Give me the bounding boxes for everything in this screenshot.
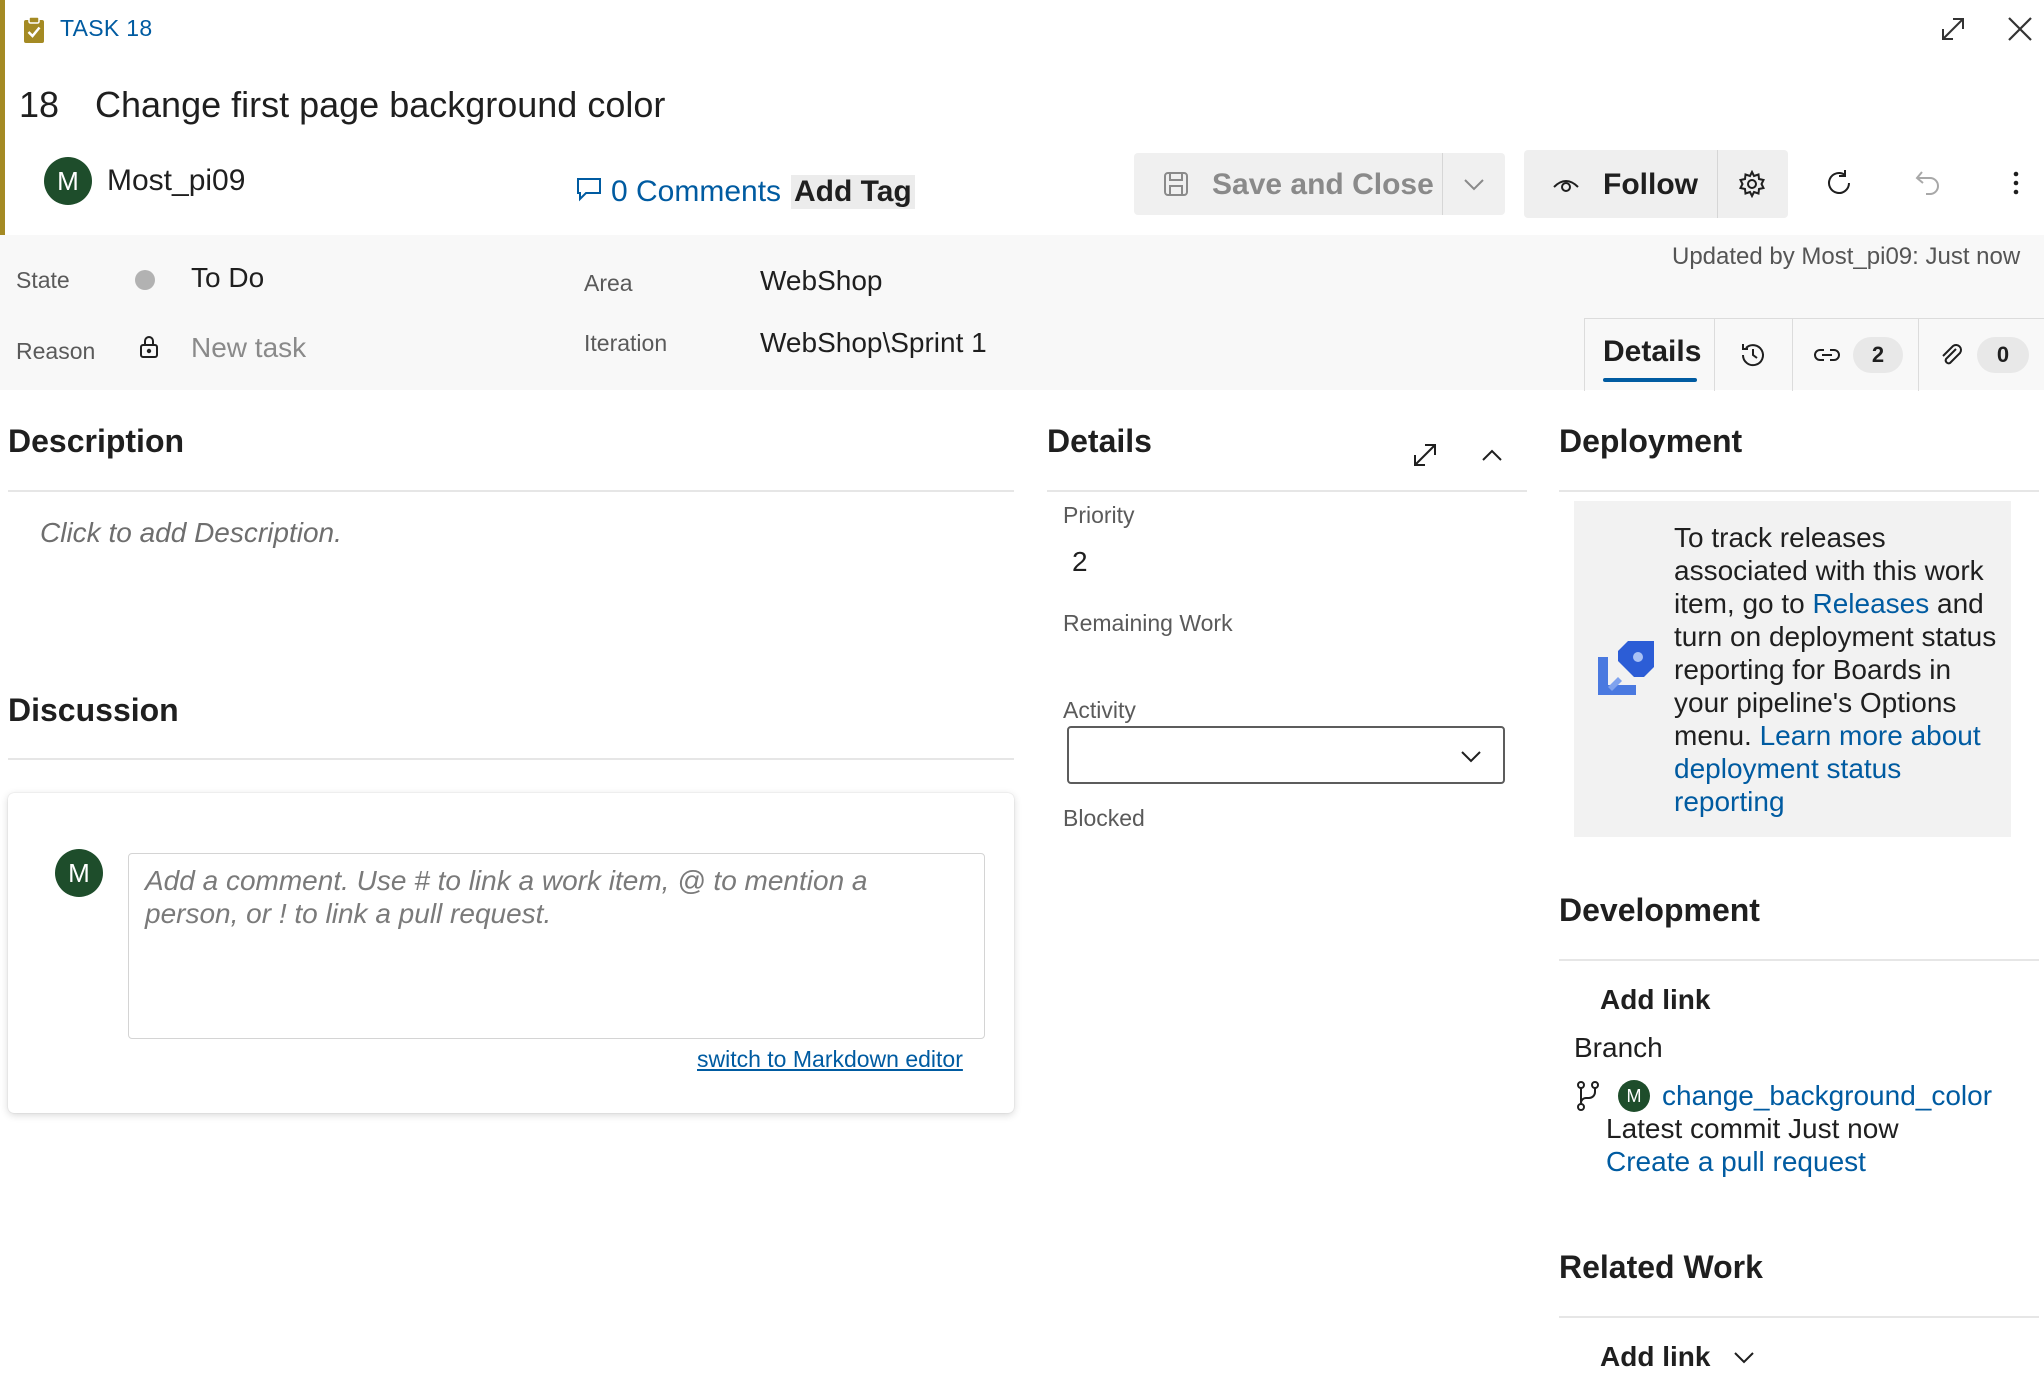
lock-icon (139, 335, 159, 359)
close-icon[interactable] (2005, 14, 2035, 44)
activity-dropdown[interactable] (1067, 726, 1505, 784)
paperclip-icon (1937, 341, 1965, 369)
state-label: State (16, 267, 70, 293)
pipelines-rocket-icon (1594, 637, 1658, 701)
branch-author-avatar: M (1618, 1080, 1650, 1112)
save-and-close-label: Save and Close (1212, 168, 1434, 201)
work-item-type-label[interactable]: TASK 18 (60, 15, 152, 42)
updated-by-text: Updated by Most_pi09: Just now (1672, 243, 2021, 270)
branch-label: Branch (1574, 1032, 1663, 1063)
activity-label: Activity (1063, 697, 1136, 723)
tab-details-label: Details (1603, 335, 1702, 368)
create-pull-request-link[interactable]: Create a pull request (1606, 1146, 1866, 1178)
area-value[interactable]: WebShop (760, 265, 882, 297)
development-divider (1559, 959, 2039, 961)
follow-split-divider (1717, 150, 1718, 218)
comment-input[interactable]: Add a comment. Use # to link a work item… (128, 853, 985, 1039)
work-item-title[interactable]: Change first page background color (95, 84, 665, 126)
chevron-down-icon (1730, 1343, 1758, 1371)
assignee-name[interactable]: Most_pi09 (107, 164, 245, 198)
priority-label: Priority (1063, 502, 1135, 528)
deployment-title: Deployment (1559, 423, 1743, 459)
releases-link[interactable]: Releases (1813, 588, 1930, 619)
undo-icon[interactable] (1914, 168, 1944, 198)
link-icon (1813, 341, 1841, 369)
state-dropdown[interactable]: To Do (191, 262, 264, 294)
latest-commit-text: Latest commit Just now (1606, 1113, 1899, 1144)
deployment-message: To track releases associated with this w… (1674, 521, 2004, 818)
deployment-info-panel: To track releases associated with this w… (1574, 501, 2011, 837)
development-add-link[interactable]: Add link (1600, 984, 1710, 1016)
save-split-divider (1442, 153, 1443, 215)
tab-attachments[interactable]: 0 (1918, 319, 2044, 391)
comments-link[interactable]: 0 Comments (611, 175, 781, 209)
comment-icon[interactable] (575, 176, 603, 202)
reason-label: Reason (16, 338, 96, 364)
related-work-add-link-button[interactable]: Add link (1600, 1341, 1758, 1373)
related-work-divider (1559, 1316, 2039, 1318)
details-divider (1047, 490, 1527, 492)
chevron-down-icon (1457, 742, 1485, 770)
deployment-divider (1559, 490, 2039, 492)
switch-markdown-link[interactable]: switch to Markdown editor (697, 1046, 963, 1073)
save-icon (1162, 170, 1190, 198)
comment-placeholder: Add a comment. Use # to link a work item… (145, 865, 868, 929)
chevron-down-icon[interactable] (1460, 170, 1488, 198)
save-and-close-button[interactable]: Save and Close (1134, 153, 1505, 215)
development-title: Development (1559, 892, 1760, 928)
discussion-title: Discussion (8, 692, 179, 728)
eye-icon (1552, 172, 1580, 196)
work-item-type-accent (0, 0, 5, 235)
maximize-icon[interactable] (1938, 14, 1968, 44)
remaining-work-input[interactable] (1063, 640, 1503, 676)
area-label: Area (584, 270, 633, 296)
work-item-tabs: Details 2 0 (1584, 318, 2044, 391)
related-work-title: Related Work (1559, 1249, 1763, 1285)
tab-history[interactable] (1714, 319, 1792, 391)
iteration-value[interactable]: WebShop\Sprint 1 (760, 327, 987, 359)
refresh-icon[interactable] (1824, 168, 1854, 198)
priority-value[interactable]: 2 (1072, 546, 1088, 578)
description-title: Description (8, 423, 185, 459)
add-tag-button[interactable]: Add Tag (791, 175, 915, 209)
tab-links[interactable]: 2 (1792, 319, 1918, 391)
links-count-badge: 2 (1853, 337, 1903, 373)
expand-icon[interactable] (1410, 440, 1440, 470)
details-title: Details (1047, 423, 1152, 459)
iteration-label: Iteration (584, 330, 668, 356)
work-item-id: 18 (19, 84, 60, 125)
gear-icon[interactable] (1738, 170, 1766, 198)
blocked-label: Blocked (1063, 805, 1145, 831)
state-indicator-icon (135, 270, 155, 290)
comment-card: M Add a comment. Use # to link a work it… (8, 793, 1014, 1113)
more-actions-icon[interactable] (2006, 168, 2026, 198)
description-divider (8, 490, 1014, 492)
reason-value: New task (191, 332, 307, 363)
collapse-icon[interactable] (1478, 442, 1506, 470)
discussion-divider (8, 758, 1014, 760)
tab-details[interactable]: Details (1584, 319, 1714, 391)
commenter-avatar: M (55, 849, 103, 897)
description-editor[interactable]: Click to add Description. (40, 517, 342, 549)
related-work-add-link-label: Add link (1600, 1341, 1711, 1372)
assignee-avatar[interactable]: M (44, 157, 92, 205)
task-icon (22, 15, 46, 45)
branch-link[interactable]: change_background_color (1662, 1080, 1992, 1112)
branch-icon (1574, 1080, 1602, 1112)
follow-label: Follow (1603, 168, 1698, 201)
tab-selected-indicator (1603, 378, 1697, 382)
remaining-work-label: Remaining Work (1063, 610, 1233, 636)
follow-button[interactable]: Follow (1524, 150, 1788, 218)
history-icon (1739, 341, 1767, 369)
attachments-count-badge: 0 (1977, 337, 2029, 373)
